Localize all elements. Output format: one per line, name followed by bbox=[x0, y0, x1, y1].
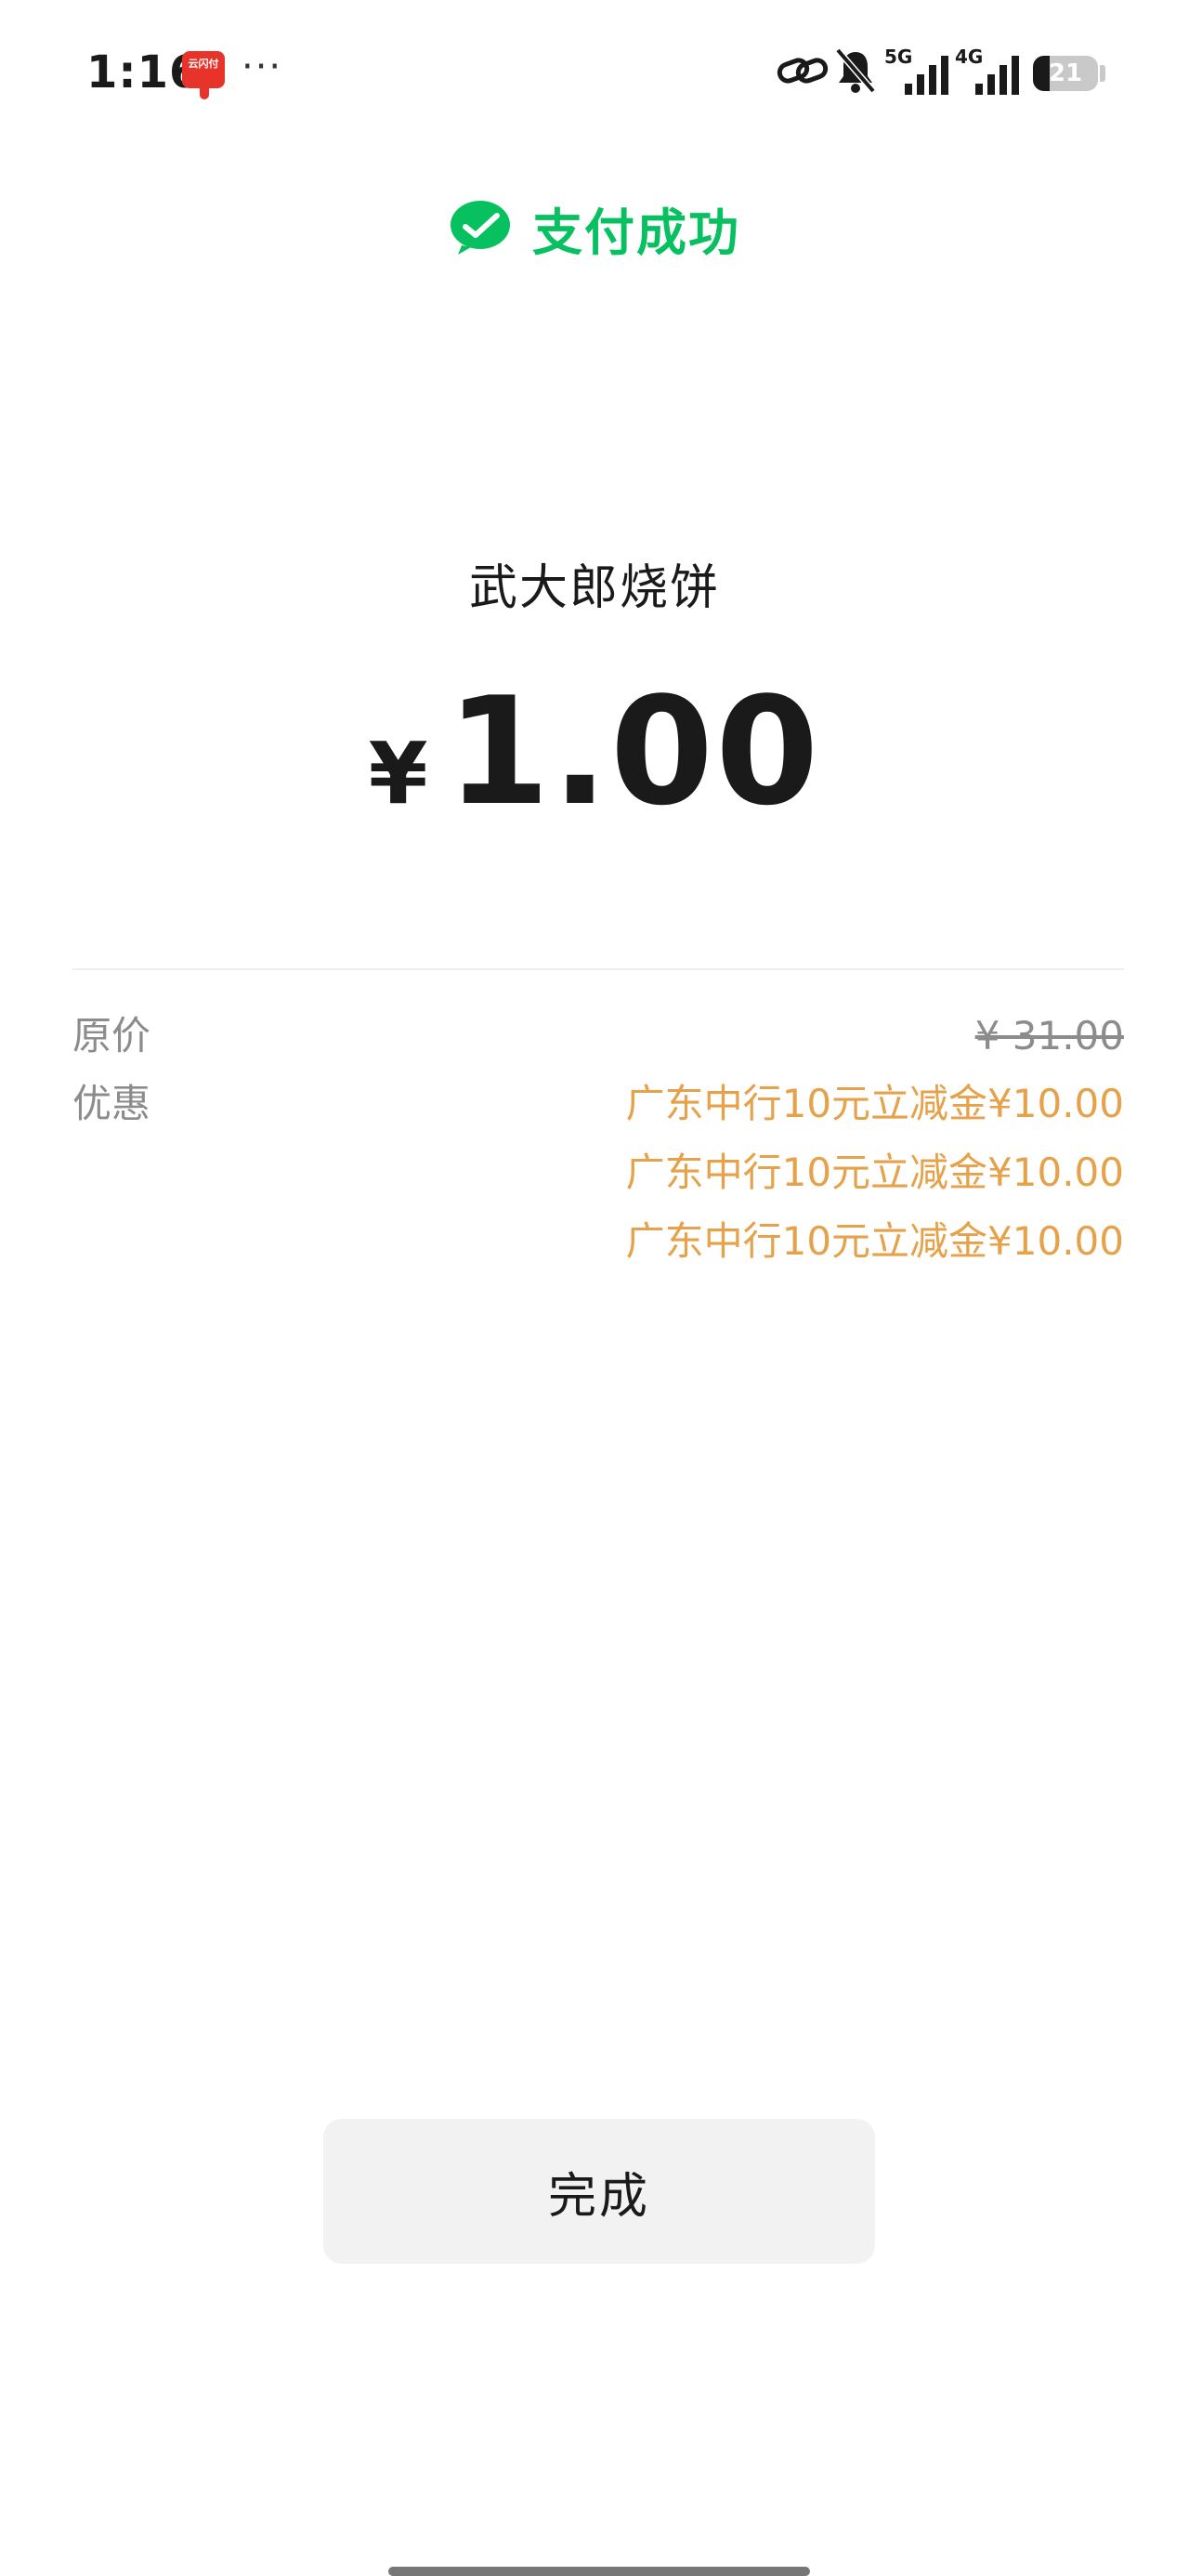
bell-off-icon bbox=[835, 47, 876, 94]
app-notification-label: 云闪付 bbox=[188, 59, 219, 70]
payment-amount: ¥ 1.00 bbox=[0, 664, 1189, 838]
discount-label: 优惠 bbox=[72, 1081, 151, 1126]
original-price-value: ¥ 31.00 bbox=[974, 1013, 1124, 1058]
discount-list: 广东中行10元立减金¥10.00 广东中行10元立减金¥10.00 广东中行10… bbox=[626, 1076, 1124, 1282]
payment-success-header: 支付成功 bbox=[0, 186, 1189, 269]
wechat-pay-check-icon bbox=[451, 201, 510, 255]
status-bar: 1:16 云闪付 ··· 5G 4G 21 bbox=[0, 0, 1189, 149]
link-icon bbox=[777, 58, 829, 84]
signal-4g-icon: 4G bbox=[955, 46, 1020, 95]
unionpay-app-notification-icon: 云闪付 bbox=[182, 51, 225, 99]
more-notifications-icon: ··· bbox=[242, 46, 283, 88]
currency-symbol: ¥ bbox=[368, 724, 428, 823]
merchant-name: 武大郎烧饼 bbox=[468, 560, 720, 616]
divider bbox=[72, 968, 1124, 970]
discount-item: 广东中行10元立减金¥10.00 bbox=[625, 1218, 1124, 1264]
battery-level: 21 bbox=[1048, 59, 1083, 87]
signal-5g-icon: 5G bbox=[884, 46, 949, 95]
discount-item: 广东中行10元立减金¥10.00 bbox=[625, 1150, 1124, 1195]
discount-item: 广东中行10元立减金¥10.00 bbox=[625, 1081, 1124, 1126]
payment-success-screen: 1:16 云闪付 ··· 5G 4G 21 支付成功 武大郎烧饼 ¥ 1.00 … bbox=[0, 0, 1189, 2576]
payment-success-title: 支付成功 bbox=[532, 203, 740, 262]
battery-icon: 21 bbox=[1033, 56, 1098, 91]
signal-bars-icon bbox=[975, 56, 1019, 95]
signal-bars-icon bbox=[905, 56, 948, 95]
done-button[interactable]: 完成 bbox=[323, 2119, 875, 2264]
original-price-label: 原价 bbox=[72, 1013, 151, 1058]
amount-value: 1.00 bbox=[446, 664, 821, 838]
battery-cap bbox=[1100, 65, 1105, 82]
home-indicator[interactable] bbox=[388, 2567, 810, 2576]
